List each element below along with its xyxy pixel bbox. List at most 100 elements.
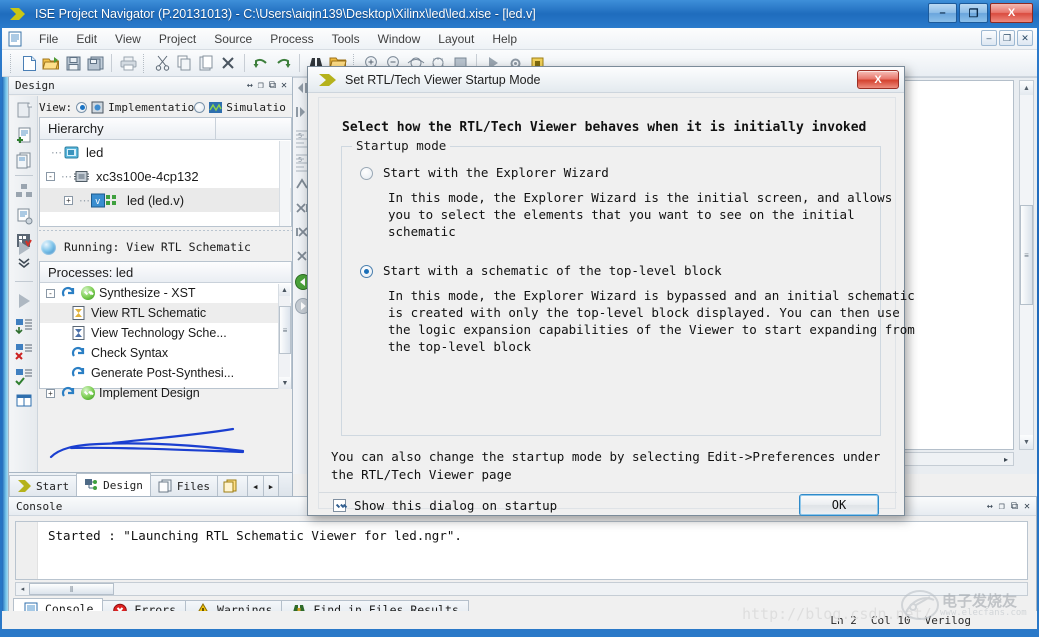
tree-item-device[interactable]: - ⋯ xc3s100e-4cp132: [40, 164, 291, 188]
radio-explorer-wizard[interactable]: [360, 167, 373, 180]
tab-design[interactable]: Design: [76, 473, 151, 496]
abort-process-icon[interactable]: [14, 341, 34, 361]
menu-item-project[interactable]: Project: [150, 30, 205, 48]
dock-tab-next-button[interactable]: ▸: [263, 475, 280, 496]
view-implementation-label[interactable]: Implementatio: [108, 101, 194, 114]
view-radio-simulation[interactable]: [194, 102, 205, 113]
tab-start[interactable]: Start: [9, 475, 77, 496]
process-row-view-technology-schematic[interactable]: View Technology Sche...: [40, 323, 291, 343]
ok-button[interactable]: OK: [799, 494, 879, 516]
hierarchy-column-header[interactable]: Hierarchy: [40, 118, 216, 139]
tree-item-led-module[interactable]: + ⋯ v led (led.v): [40, 188, 291, 212]
process-row-implement-design[interactable]: + Implement Design: [40, 383, 291, 403]
scrollbar-thumb[interactable]: ≡: [1020, 205, 1033, 305]
panel-restore-icon[interactable]: ⧉: [1011, 501, 1018, 512]
panel-maximize-icon[interactable]: ❐: [258, 80, 264, 91]
hierarchy-scrollbar[interactable]: [279, 141, 290, 226]
scroll-down-arrow-icon[interactable]: ▼: [279, 377, 291, 389]
scrollbar-thumb[interactable]: ≡: [279, 306, 291, 354]
menu-item-window[interactable]: Window: [369, 30, 430, 48]
menu-item-help[interactable]: Help: [483, 30, 526, 48]
tree-expander-expand[interactable]: +: [44, 387, 57, 400]
cut-icon[interactable]: [151, 52, 173, 74]
run-process-button[interactable]: [13, 237, 35, 259]
undo-icon[interactable]: [250, 52, 272, 74]
scrollbar-thumb[interactable]: ‖: [29, 583, 114, 595]
tree-expander-collapse[interactable]: -: [44, 170, 57, 183]
tree-expander-collapse[interactable]: -: [44, 287, 57, 300]
save-icon[interactable]: [62, 52, 84, 74]
process-row-generate-post-synthesis[interactable]: Generate Post-Synthesi...: [40, 363, 291, 383]
option-top-level-schematic[interactable]: Start with a schematic of the top-level …: [360, 263, 722, 278]
close-button[interactable]: X: [990, 3, 1033, 23]
menu-item-layout[interactable]: Layout: [429, 30, 483, 48]
add-copy-source-icon[interactable]: [14, 150, 34, 170]
editor-vertical-scrollbar[interactable]: ▲ ≡ ▼: [1019, 80, 1034, 450]
design-goals-icon[interactable]: [14, 391, 34, 411]
scroll-down-arrow-icon[interactable]: ▼: [1020, 435, 1033, 449]
implement-top-module-icon[interactable]: [14, 316, 34, 336]
tree-item-led-project[interactable]: ⋯ led: [40, 140, 291, 164]
panel-close-icon[interactable]: ✕: [281, 80, 287, 91]
dialog-title-bar: Set RTL/Tech Viewer Startup Mode X: [308, 67, 904, 93]
panel-float-icon[interactable]: ↔: [987, 501, 993, 512]
console-output[interactable]: Started : "Launching RTL Schematic Viewe…: [15, 521, 1028, 580]
view-design-summary-icon[interactable]: [14, 181, 34, 201]
scroll-up-arrow-icon[interactable]: ▲: [279, 284, 290, 296]
hierarchy-column-header-2[interactable]: [216, 118, 224, 139]
add-source-icon[interactable]: [14, 125, 34, 145]
panel-splitter[interactable]: [39, 228, 292, 233]
rerun-all-icon[interactable]: [14, 366, 34, 386]
toolbar-grip[interactable]: [10, 54, 14, 73]
print-icon[interactable]: [117, 52, 139, 74]
save-all-icon[interactable]: [84, 52, 106, 74]
maximize-button[interactable]: ❐: [959, 3, 988, 23]
show-on-startup-checkbox[interactable]: [333, 499, 346, 512]
mdi-restore-button[interactable]: ❐: [999, 30, 1015, 46]
dock-tab-prev-button[interactable]: ◂: [247, 475, 264, 496]
processes-tree[interactable]: Processes: led - Synthesize - XST View R…: [39, 261, 292, 389]
design-properties-icon[interactable]: [14, 206, 34, 226]
scroll-left-arrow-icon[interactable]: ◂: [16, 583, 29, 595]
hierarchy-tree[interactable]: Hierarchy ⋯ led - ⋯ xc3s100e-4cp1: [39, 117, 292, 227]
menu-item-file[interactable]: File: [30, 30, 67, 48]
radio-top-level-schematic[interactable]: [360, 265, 373, 278]
process-row-check-syntax[interactable]: Check Syntax: [40, 343, 291, 363]
view-simulation-label[interactable]: Simulatio: [226, 101, 286, 114]
menu-item-tools[interactable]: Tools: [323, 30, 369, 48]
open-file-icon[interactable]: [40, 52, 62, 74]
dialog-body: Select how the RTL/Tech Viewer behaves w…: [318, 97, 896, 509]
process-row-view-rtl-schematic[interactable]: View RTL Schematic: [40, 303, 291, 323]
menu-item-source[interactable]: Source: [205, 30, 261, 48]
processes-scrollbar[interactable]: ▲ ≡ ▼: [278, 284, 290, 389]
tab-files[interactable]: Files: [150, 475, 218, 496]
mdi-close-button[interactable]: ✕: [1017, 30, 1033, 46]
paste-icon[interactable]: [195, 52, 217, 74]
new-file-icon[interactable]: [18, 52, 40, 74]
dialog-close-button[interactable]: X: [857, 70, 899, 89]
delete-icon[interactable]: [217, 52, 239, 74]
menu-item-process[interactable]: Process: [261, 30, 322, 48]
run-process-icon[interactable]: [14, 291, 34, 311]
redo-icon[interactable]: [272, 52, 294, 74]
tree-expander-expand[interactable]: +: [62, 194, 75, 207]
menu-item-edit[interactable]: Edit: [67, 30, 106, 48]
minimize-button[interactable]: –: [928, 3, 957, 23]
scroll-up-arrow-icon[interactable]: ▲: [1020, 81, 1033, 95]
scroll-right-arrow-icon[interactable]: ▸: [1004, 455, 1008, 464]
show-on-startup-row[interactable]: Show this dialog on startup: [333, 498, 557, 513]
tab-libraries[interactable]: [217, 475, 248, 496]
panel-restore-icon[interactable]: ⧉: [269, 80, 276, 91]
toolbar-grip-2[interactable]: [143, 54, 147, 73]
console-horizontal-scrollbar[interactable]: ◂ ‖: [15, 582, 1028, 596]
panel-close-icon[interactable]: ✕: [1024, 501, 1030, 512]
option-explorer-wizard[interactable]: Start with the Explorer Wizard: [360, 165, 609, 180]
process-row-synthesize[interactable]: - Synthesize - XST: [40, 283, 291, 303]
menu-item-view[interactable]: View: [106, 30, 150, 48]
copy-icon[interactable]: [173, 52, 195, 74]
new-source-icon[interactable]: [14, 100, 34, 120]
mdi-minimize-button[interactable]: –: [981, 30, 997, 46]
panel-maximize-icon[interactable]: ❐: [999, 501, 1005, 512]
panel-float-icon[interactable]: ↔: [247, 80, 253, 91]
view-radio-implementation[interactable]: [76, 102, 87, 113]
